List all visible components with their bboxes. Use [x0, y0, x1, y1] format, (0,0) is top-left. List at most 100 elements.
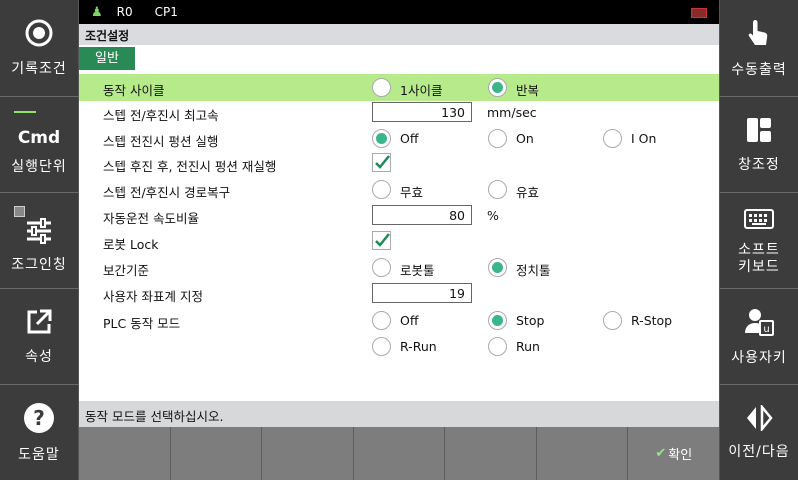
radio-label: I On: [631, 131, 657, 146]
radio-label: 반복: [516, 83, 540, 98]
cmd-icon: Cmd: [17, 128, 61, 148]
radio-label: 무효: [400, 185, 424, 200]
radio-robot-tool[interactable]: [372, 258, 391, 277]
prev-next-button[interactable]: 이전/다음: [719, 385, 798, 480]
robot-lock-checkbox[interactable]: [372, 231, 391, 250]
radio-plc-off[interactable]: [372, 311, 391, 330]
radio-label: R-Stop: [631, 313, 673, 328]
setting-label: 스텝 후진 후, 전진시 펑션 재실행: [103, 159, 277, 174]
soft-keyboard-button[interactable]: 소프트 키보드: [719, 193, 798, 289]
help-label: 도움말: [18, 446, 60, 463]
user-key-button[interactable]: u 사용자키: [719, 289, 798, 385]
radio-label: 로봇툴: [400, 263, 435, 278]
sliders-icon: [25, 217, 53, 251]
radio-label: Off: [400, 131, 419, 146]
radio-label: R-Run: [400, 339, 437, 354]
setting-row-path-recovery: 스텝 전/후진시 경로복구 무효 유효: [79, 176, 719, 203]
f6-key[interactable]: [537, 427, 629, 480]
radio-label: 1사이클: [400, 83, 443, 98]
setting-row-interpolation-base: 보간기준 로봇툴 정치툴: [79, 254, 719, 281]
window-adjust-button[interactable]: 창조정: [719, 97, 798, 193]
setting-row-plc-mode-2: R-Run Run: [79, 333, 719, 360]
setting-label: 사용자 좌표계 지정: [103, 289, 203, 304]
max-speed-input[interactable]: 130: [372, 102, 472, 122]
radio-label: Off: [400, 313, 419, 328]
record-condition-button[interactable]: 기록조건: [0, 0, 79, 97]
help-button[interactable]: ? 도움말: [0, 385, 79, 480]
svg-text:u: u: [763, 324, 769, 335]
f2-key[interactable]: [171, 427, 263, 480]
radio-i-on[interactable]: [603, 129, 622, 148]
execution-unit-label: 실행단위: [11, 159, 67, 175]
manual-output-button[interactable]: 수동출력: [719, 0, 798, 97]
setting-label: 스텝 전/후진시 경로복구: [103, 185, 231, 200]
record-circle-icon: [24, 18, 54, 55]
status-topbar: ♟ R0 CP1: [79, 0, 719, 24]
setting-row-step-max-speed: 스텝 전/후진시 최고속 130 mm/sec: [79, 99, 719, 126]
manual-output-label: 수동출력: [731, 62, 787, 78]
setting-row-operation-cycle: 동작 사이클 1사이클 반복: [79, 74, 719, 101]
f5-key[interactable]: [445, 427, 537, 480]
setting-label: 로봇 Lock: [103, 237, 159, 252]
inching-indicator: [14, 206, 25, 217]
status-message: 동작 모드를 선택하십시오.: [79, 401, 719, 427]
confirm-button[interactable]: ✔ 확인: [628, 427, 719, 480]
radio-label: Run: [516, 339, 540, 354]
window-adjust-label: 창조정: [738, 156, 780, 173]
radio-on[interactable]: [488, 129, 507, 148]
radio-one-cycle[interactable]: [372, 78, 391, 97]
robot-number: R0: [116, 5, 133, 19]
setting-label: 동작 사이클: [103, 83, 165, 98]
radio-repeat[interactable]: [488, 78, 507, 97]
setting-row-robot-lock: 로봇 Lock: [79, 228, 719, 255]
radio-fixed-tool[interactable]: [488, 258, 507, 277]
user-key-label: 사용자키: [731, 349, 787, 366]
tab-row: 일반: [79, 45, 719, 71]
properties-label: 속성: [25, 348, 53, 365]
svg-text:?: ?: [33, 406, 45, 430]
radio-label: On: [516, 131, 534, 146]
setting-label: 스텝 전/후진시 최고속: [103, 108, 219, 123]
left-sidebar: 기록조건 Cmd 실행단위 조그인칭 속성 ? 도움말: [0, 0, 79, 480]
f3-key[interactable]: [262, 427, 354, 480]
radio-valid[interactable]: [488, 180, 507, 199]
execution-unit-button[interactable]: Cmd 실행단위: [0, 97, 79, 193]
keyboard-icon: [744, 206, 774, 236]
radio-plc-r-stop[interactable]: [603, 311, 622, 330]
user-key-icon: u: [744, 307, 774, 344]
radio-off[interactable]: [372, 129, 391, 148]
user-coordinate-input[interactable]: 19: [372, 283, 472, 303]
radio-plc-stop[interactable]: [488, 311, 507, 330]
setting-row-function-exec: 스텝 전진시 펑션 실행 Off On I On: [79, 125, 719, 152]
setting-label: PLC 동작 모드: [103, 316, 181, 331]
record-condition-label: 기록조건: [11, 61, 67, 77]
check-icon: [375, 233, 390, 247]
help-icon: ?: [23, 402, 55, 441]
radio-plc-run[interactable]: [488, 337, 507, 356]
tab-general[interactable]: 일반: [79, 47, 135, 70]
window-layout-icon: [745, 116, 773, 151]
check-icon: [375, 155, 390, 169]
check-icon: ✔: [655, 446, 667, 461]
unit-label: mm/sec: [487, 105, 537, 120]
radio-label: Stop: [516, 313, 545, 328]
radio-plc-r-run[interactable]: [372, 337, 391, 356]
main-panel: ♟ R0 CP1 조건설정 일반 동작 사이클 1사이클 반복 스텝 전/후진시…: [79, 0, 719, 480]
setting-label: 보간기준: [103, 263, 150, 278]
radio-invalid[interactable]: [372, 180, 391, 199]
prev-next-label: 이전/다음: [728, 443, 790, 460]
prev-next-icon: [744, 402, 774, 438]
alarm-flag-icon: [691, 8, 707, 18]
cmd-indicator-line: [14, 111, 36, 113]
jog-inching-button[interactable]: 조그인칭: [0, 193, 79, 289]
f1-key[interactable]: [79, 427, 171, 480]
f4-key[interactable]: [354, 427, 446, 480]
robot-status-icon: ♟: [91, 4, 103, 20]
speed-ratio-input[interactable]: 80: [372, 205, 472, 225]
properties-button[interactable]: 속성: [0, 289, 79, 385]
reexec-checkbox[interactable]: [372, 153, 391, 172]
teach-pendant-screen: 기록조건 Cmd 실행단위 조그인칭 속성 ? 도움말 ♟ R0 CP1 조건설…: [0, 0, 798, 480]
soft-keyboard-label: 소프트 키보드: [738, 241, 780, 275]
setting-row-plc-mode: PLC 동작 모드 Off Stop R-Stop: [79, 307, 719, 334]
unit-label: %: [487, 208, 499, 223]
